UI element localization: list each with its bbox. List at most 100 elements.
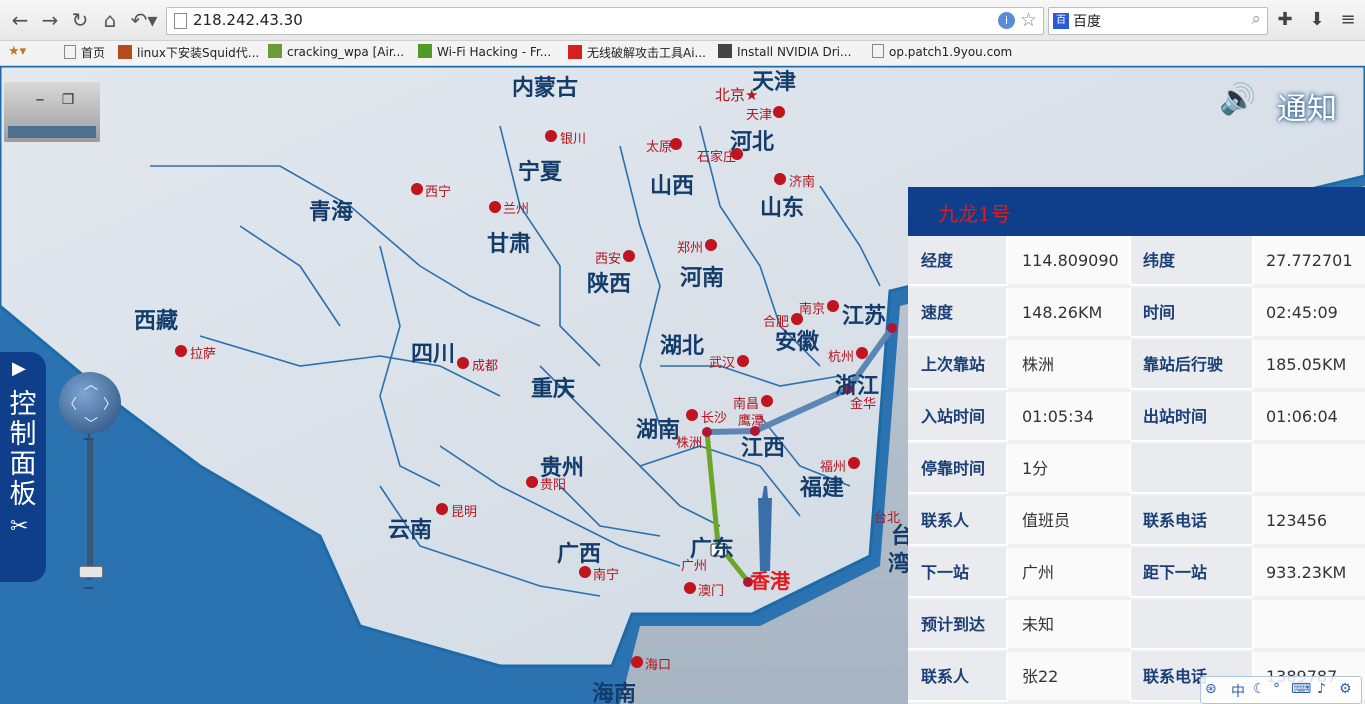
settings-icon[interactable]: ⚙ [1339, 681, 1352, 697]
city-label[interactable]: 澳门 [698, 580, 724, 599]
field-value: 值班员 [1008, 496, 1131, 546]
province-label: 宁夏 [518, 160, 563, 185]
home-icon[interactable]: ⌂ [98, 8, 122, 32]
city-label[interactable]: 金华 [850, 393, 876, 412]
back-icon[interactable]: ← [8, 8, 32, 32]
extension-icon[interactable]: ✚ [1273, 8, 1297, 32]
notice-header[interactable]: 🔊 通知 [1219, 82, 1359, 127]
forward-icon[interactable]: → [38, 8, 62, 32]
info-icon[interactable]: i [998, 12, 1015, 29]
province-label: 山西 [650, 174, 695, 199]
punctuation-icon[interactable]: ° [1273, 681, 1280, 697]
province-label: 重庆 [531, 377, 576, 402]
city-label[interactable]: 台北 [874, 507, 900, 526]
bookmark-item[interactable]: Wi-Fi Hacking - Fr... [418, 44, 551, 59]
city-label[interactable]: 济南 [789, 171, 815, 190]
site-icon [718, 44, 732, 58]
city-label[interactable]: 银川 [560, 128, 586, 147]
bookmarks-bar: ★▾ 首页 linux下安装Squid代... cracking_wpa [Ai… [0, 41, 1365, 66]
control-panel-tab[interactable]: ▶ 控制面板 ✂ [0, 352, 46, 582]
ime-toolbar[interactable]: ⊛ 中 ☾ ° ⌨ ♪ ⚙ [1200, 676, 1362, 704]
baidu-icon[interactable]: 百 [1053, 13, 1069, 29]
bookmark-label: 首页 [81, 46, 106, 60]
menu-icon[interactable]: ≡ [1336, 8, 1360, 32]
ime-language-label[interactable]: 中 [1231, 681, 1245, 701]
city-label[interactable]: 贵阳 [540, 474, 566, 493]
site-icon [118, 45, 132, 59]
field-value: 张22 [1008, 652, 1131, 702]
reload-icon[interactable]: ↻ [68, 8, 92, 32]
field-label: 距下一站 [1131, 548, 1254, 598]
pan-right-icon[interactable]: 〉 [103, 394, 117, 414]
info-row: 入站时间 01:05:34 出站时间 01:06:04 [908, 392, 1365, 442]
city-label[interactable]: 长沙 [701, 407, 727, 426]
city-label[interactable]: 海口 [645, 654, 671, 673]
pan-left-icon[interactable]: 〈 [63, 394, 77, 414]
bookmark-label: Install NVIDIA Dri... [737, 45, 852, 59]
microphone-icon[interactable]: ♪ [1317, 681, 1326, 697]
city-label[interactable]: 武汉 [709, 352, 735, 371]
city-label[interactable]: 杭州 [828, 346, 854, 365]
zoom-out-icon[interactable]: − [82, 578, 95, 597]
province-label: 湖北 [660, 334, 705, 359]
city-label[interactable]: 拉萨 [190, 343, 216, 362]
bookmarks-star-icon[interactable]: ★▾ [8, 44, 26, 59]
window-bar [8, 126, 96, 138]
field-value: 01:05:34 [1008, 392, 1131, 442]
city-label[interactable]: 成都 [472, 355, 498, 374]
info-row: 下一站 广州 距下一站 933.23KM [908, 548, 1365, 598]
bookmark-item[interactable]: op.patch1.9you.com [872, 44, 1012, 59]
city-label[interactable]: 北京★ [715, 84, 758, 105]
bookmark-item[interactable]: 无线破解攻击工具Ai... [568, 44, 706, 61]
bookmark-label: Wi-Fi Hacking - Fr... [437, 45, 552, 59]
info-row: 经度 114.809090 纬度 27.772701 [908, 236, 1365, 286]
bookmark-item[interactable]: linux下安装Squid代... [118, 44, 259, 61]
city-label[interactable]: 福州 [820, 456, 846, 475]
restore-icon[interactable]: ❐ [60, 92, 76, 108]
panel-header: 九龙1号 [908, 187, 1365, 236]
city-label[interactable]: 西宁 [425, 181, 451, 200]
province-label: 四川 [411, 342, 456, 367]
address-bar[interactable]: 218.242.43.30 i ☆ [166, 7, 1044, 35]
info-row: 停靠时间 1分 [908, 444, 1365, 494]
city-label[interactable]: 南京 [799, 298, 825, 317]
city-label[interactable]: 郑州 [677, 237, 703, 256]
moon-icon[interactable]: ☾ [1253, 681, 1266, 697]
bookmark-item[interactable]: cracking_wpa [Air... [268, 44, 404, 59]
city-label[interactable]: 太原 [646, 136, 672, 155]
tools-icon[interactable]: ✂ [10, 514, 28, 539]
city-label[interactable]: 合肥 [763, 311, 789, 330]
zoom-slider-handle[interactable] [79, 566, 103, 578]
city-label[interactable]: 鹰潭 [738, 410, 764, 429]
city-label[interactable]: 株洲 [676, 432, 702, 451]
play-arrow-icon[interactable]: ▶ [12, 358, 26, 379]
info-row: 预计到达 未知 [908, 600, 1365, 650]
bookmark-label: 无线破解攻击工具Ai... [587, 46, 706, 60]
keyboard-icon[interactable]: ⌨ [1291, 681, 1311, 697]
city-label[interactable]: 兰州 [503, 198, 529, 217]
bookmark-item[interactable]: 首页 [64, 44, 105, 61]
hongkong-label[interactable]: 香港 [750, 565, 790, 594]
city-label[interactable]: 西安 [595, 248, 621, 267]
control-panel-label: 控制面板 [9, 389, 37, 510]
bookmark-item[interactable]: Install NVIDIA Dri... [718, 44, 851, 59]
search-icon[interactable]: ⌕ [1251, 9, 1261, 29]
province-label: 山东 [760, 196, 805, 221]
city-label[interactable]: 天津 [746, 104, 772, 123]
search-bar[interactable]: 百 百度 ⌕ [1048, 7, 1268, 35]
pan-up-icon[interactable]: ︿ [84, 374, 98, 394]
city-label[interactable]: 昆明 [451, 501, 477, 520]
zoom-slider[interactable] [87, 440, 93, 580]
city-label[interactable]: 石家庄 [697, 146, 736, 165]
bookmark-star-icon[interactable]: ☆ [1020, 9, 1037, 31]
history-icon[interactable]: ↶▾ [128, 8, 160, 32]
pan-control[interactable]: ︿ ﹀ 〈 〉 [59, 372, 121, 434]
hongkong-building-icon [758, 486, 772, 571]
ime-logo-icon[interactable]: ⊛ [1205, 681, 1217, 697]
city-label[interactable]: 南宁 [593, 564, 619, 583]
field-value [1254, 444, 1365, 494]
province-label: 江西 [741, 436, 786, 461]
minimize-icon[interactable]: – [32, 91, 48, 109]
download-icon[interactable]: ⬇ [1305, 8, 1329, 32]
city-label[interactable]: 广州 [681, 555, 707, 574]
